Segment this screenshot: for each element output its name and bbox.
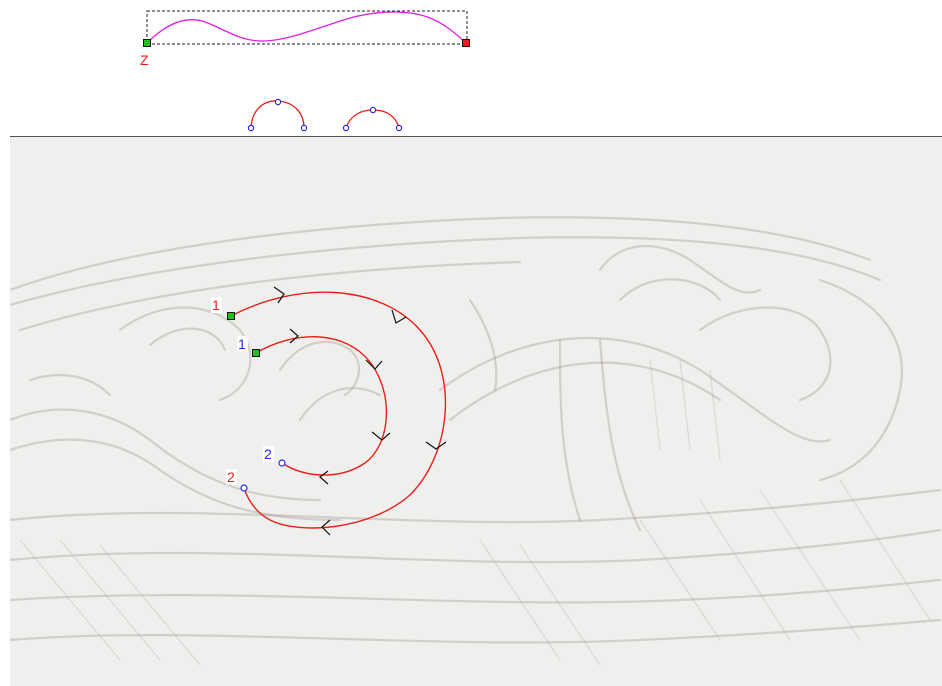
node-icon[interactable] xyxy=(342,124,350,132)
inner-path-start-node-icon[interactable] xyxy=(252,349,260,357)
outer-path-end-node-icon[interactable] xyxy=(240,484,248,492)
envelope-label: Z xyxy=(140,52,149,68)
direction-arrows xyxy=(273,286,447,536)
canvas-svg: 1 1 2 2 xyxy=(10,216,942,666)
background-sketch xyxy=(10,216,942,644)
inner-path-end-node-icon[interactable] xyxy=(278,459,286,467)
preview-strip: Z 1 2 xyxy=(0,0,942,155)
drawing-canvas[interactable]: 1 1 2 2 xyxy=(10,137,942,686)
direction-arrow-icon xyxy=(273,286,285,304)
profile-1[interactable]: 1 xyxy=(244,98,308,155)
envelope-selection-box[interactable] xyxy=(146,10,468,45)
outer-path-end-label: 2 xyxy=(227,469,235,485)
red-square-node-icon[interactable] xyxy=(462,39,470,47)
direction-arrow-icon xyxy=(371,431,391,441)
inner-path-end-label: 2 xyxy=(264,446,272,462)
direction-arrow-icon xyxy=(365,359,383,370)
outer-path-start-label: 1 xyxy=(212,297,220,313)
node-icon[interactable] xyxy=(274,98,282,106)
node-icon[interactable] xyxy=(300,124,308,132)
inner-path[interactable] xyxy=(255,336,388,476)
outer-path[interactable] xyxy=(230,291,447,529)
direction-arrow-icon xyxy=(425,441,447,450)
direction-arrow-icon xyxy=(319,470,329,485)
green-square-node-icon[interactable] xyxy=(143,39,151,47)
profile-2[interactable]: 2 xyxy=(340,106,403,155)
envelope-curve[interactable] xyxy=(146,11,467,44)
inner-path-start-label: 1 xyxy=(238,336,246,352)
node-icon[interactable] xyxy=(369,106,377,114)
node-icon[interactable] xyxy=(247,124,255,132)
direction-arrow-icon xyxy=(289,328,299,344)
outer-path-start-node-icon[interactable] xyxy=(227,312,235,320)
preview-svg: Z 1 2 xyxy=(140,10,470,155)
node-icon[interactable] xyxy=(395,124,403,132)
